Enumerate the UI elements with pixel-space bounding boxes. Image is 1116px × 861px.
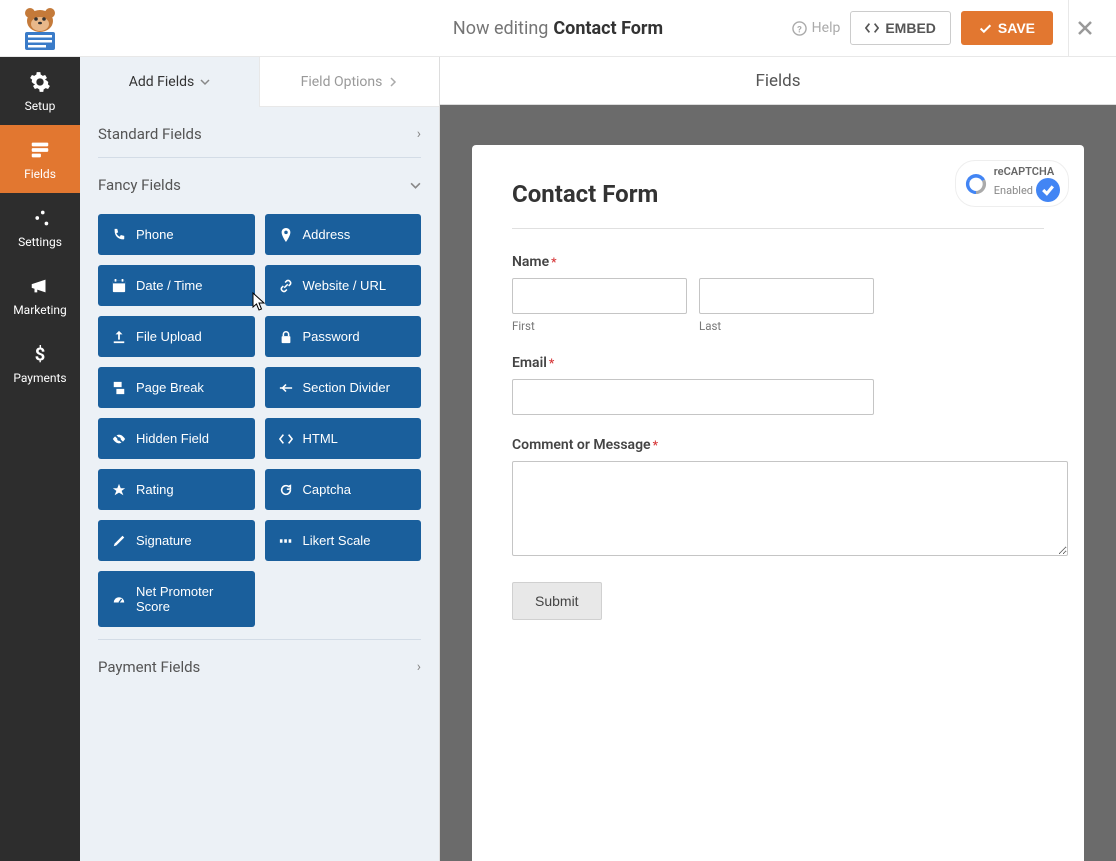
email-field[interactable]: Email*: [512, 355, 1044, 415]
divider-icon: [279, 381, 293, 395]
submit-button[interactable]: Submit: [512, 582, 602, 620]
nav-fields[interactable]: Fields: [0, 125, 80, 193]
nav-payments[interactable]: $ Payments: [0, 329, 80, 397]
field-hidden[interactable]: Hidden Field: [98, 418, 255, 459]
email-label: Email*: [512, 355, 1044, 371]
nav-marketing[interactable]: Marketing: [0, 261, 80, 329]
name-field[interactable]: Name* First Last: [512, 254, 1044, 333]
last-name-input[interactable]: [699, 278, 874, 314]
calendar-icon: [112, 279, 126, 293]
main-nav: Setup Fields Settings Marketing $ Paymen…: [0, 57, 80, 861]
field-html[interactable]: HTML: [265, 418, 422, 459]
field-rating[interactable]: Rating: [98, 469, 255, 510]
field-nps[interactable]: Net Promoter Score: [98, 571, 255, 627]
close-icon: [1077, 20, 1093, 36]
comment-input[interactable]: [512, 461, 1068, 556]
chevron-right-icon: [388, 77, 398, 87]
phone-icon: [112, 228, 126, 242]
help-icon: ?: [792, 21, 807, 36]
help-link[interactable]: ? Help: [792, 20, 841, 36]
close-button[interactable]: [1068, 0, 1101, 57]
nav-setup[interactable]: Setup: [0, 57, 80, 125]
chevron-down-icon: [200, 77, 210, 87]
field-upload[interactable]: File Upload: [98, 316, 255, 357]
section-payment-fields[interactable]: Payment Fields ›: [98, 640, 421, 690]
sliders-icon: [29, 207, 51, 229]
refresh-icon: [279, 483, 293, 497]
pencil-icon: [112, 534, 126, 548]
field-likert[interactable]: Likert Scale: [265, 520, 422, 561]
last-sublabel: Last: [699, 319, 874, 333]
recaptcha-badge[interactable]: reCAPTCHA Enabled: [955, 160, 1069, 207]
section-fancy-fields[interactable]: Fancy Fields: [98, 158, 421, 208]
gauge-icon: [112, 592, 126, 606]
embed-button[interactable]: EMBED: [850, 11, 951, 45]
upload-icon: [112, 330, 126, 344]
field-pagebreak[interactable]: Page Break: [98, 367, 255, 408]
field-address[interactable]: Address: [265, 214, 422, 255]
check-icon: [979, 22, 992, 35]
chevron-down-icon: [410, 180, 421, 191]
fields-sidebar: Add Fields Field Options Standard Fields…: [80, 57, 440, 861]
field-phone[interactable]: Phone: [98, 214, 255, 255]
email-input[interactable]: [512, 379, 874, 415]
gear-icon: [29, 71, 51, 93]
field-website[interactable]: Website / URL: [265, 265, 422, 306]
comment-field[interactable]: Comment or Message*: [512, 437, 1044, 560]
field-captcha[interactable]: Captcha: [265, 469, 422, 510]
scale-icon: [279, 534, 293, 548]
app-logo: [0, 6, 80, 51]
section-standard-fields[interactable]: Standard Fields ›: [98, 107, 421, 158]
field-section[interactable]: Section Divider: [265, 367, 422, 408]
divider: [512, 228, 1044, 229]
field-datetime[interactable]: Date / Time: [98, 265, 255, 306]
first-sublabel: First: [512, 319, 687, 333]
code-icon: [279, 432, 293, 446]
field-signature[interactable]: Signature: [98, 520, 255, 561]
name-label: Name*: [512, 254, 1044, 270]
comment-label: Comment or Message*: [512, 437, 1044, 453]
nav-settings[interactable]: Settings: [0, 193, 80, 261]
svg-text:$: $: [35, 344, 46, 365]
megaphone-icon: [29, 275, 51, 297]
chevron-right-icon: ›: [417, 126, 421, 142]
verified-icon: [1036, 178, 1060, 202]
field-password[interactable]: Password: [265, 316, 422, 357]
dollar-icon: $: [29, 343, 51, 365]
pagebreak-icon: [112, 381, 126, 395]
center-title: Fields: [440, 57, 1116, 105]
editing-label: Now editing Contact Form: [453, 18, 663, 39]
pin-icon: [279, 228, 293, 242]
tab-field-options[interactable]: Field Options: [259, 57, 439, 107]
form-preview: reCAPTCHA Enabled Contact Form Name* Fir…: [472, 145, 1084, 861]
chevron-right-icon: ›: [417, 659, 421, 675]
link-icon: [279, 279, 293, 293]
tab-add-fields[interactable]: Add Fields: [80, 57, 259, 107]
first-name-input[interactable]: [512, 278, 687, 314]
form-icon: [29, 139, 51, 161]
star-icon: [112, 483, 126, 497]
svg-text:?: ?: [797, 24, 802, 35]
eye-slash-icon: [112, 432, 126, 446]
save-button[interactable]: SAVE: [961, 11, 1053, 45]
code-icon: [865, 21, 879, 35]
recaptcha-icon: [964, 172, 988, 196]
lock-icon: [279, 330, 293, 344]
